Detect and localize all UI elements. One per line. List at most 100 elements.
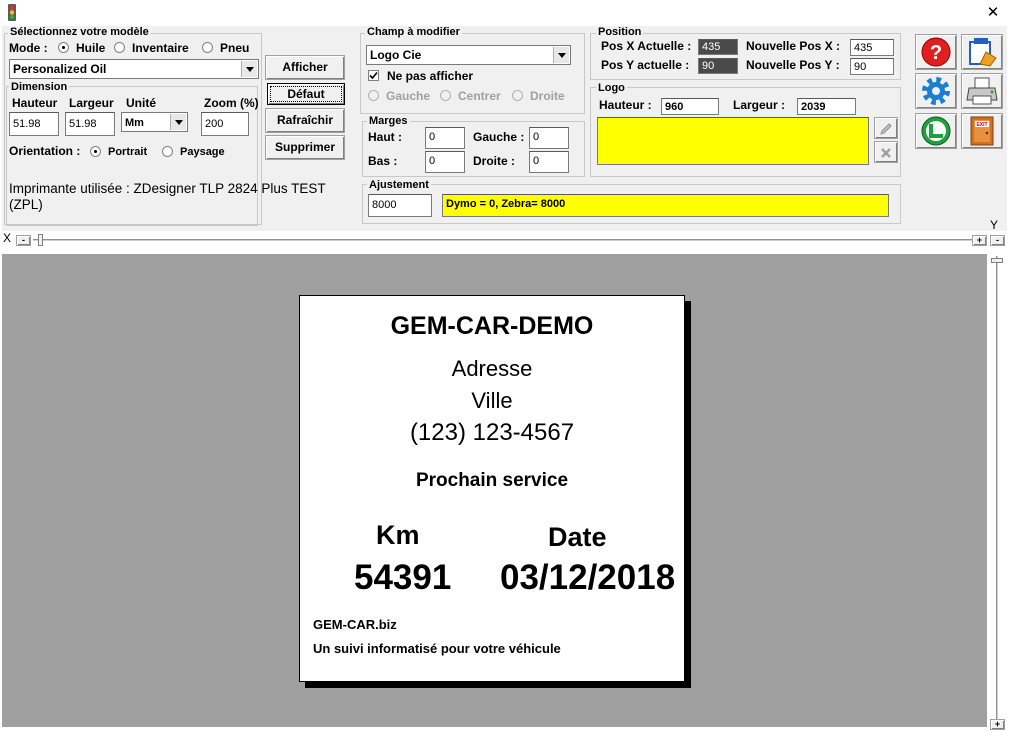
mode-label-pneu[interactable]: Pneu — [220, 41, 249, 55]
help-icon: ? — [921, 37, 951, 67]
label-km-heading: Km — [376, 520, 420, 550]
bas-field[interactable]: 0 — [425, 151, 465, 173]
droite-field[interactable]: 0 — [529, 151, 569, 173]
model-select[interactable]: Personalized Oil — [9, 59, 259, 79]
unite-select[interactable]: Mm — [121, 112, 188, 132]
mode-label-inventaire[interactable]: Inventaire — [132, 41, 189, 55]
y-slider-thumb[interactable] — [991, 258, 1003, 263]
orientation-radio-paysage[interactable] — [162, 146, 173, 157]
x-decrease-button[interactable]: - — [16, 235, 31, 246]
align-radio-droite[interactable] — [512, 90, 523, 101]
label-next-service: Prochain service — [415, 470, 569, 491]
largeur-label: Largeur — [69, 96, 114, 110]
y-increase-button[interactable]: + — [990, 719, 1005, 730]
dimension-group-label: Dimension — [9, 81, 70, 93]
orientation-label: Orientation : — [9, 144, 81, 158]
gauche-label: Gauche : — [473, 130, 525, 144]
label-km-value: 54391 — [354, 558, 452, 597]
y-decrease-button[interactable]: - — [990, 235, 1005, 246]
largeur-field[interactable]: 51.98 — [65, 112, 115, 136]
ajustement-field[interactable]: 8000 — [368, 194, 432, 217]
label-website: GEM-CAR.biz — [313, 617, 397, 632]
chevron-down-icon — [170, 114, 186, 130]
y-axis-label: Y — [990, 218, 999, 232]
logo-edit-button[interactable] — [874, 117, 898, 139]
ajustement-note: Dymo = 0, Zebra= 8000 — [442, 194, 889, 217]
hauteur-label: Hauteur — [12, 96, 58, 110]
x-slider-track[interactable] — [33, 239, 983, 241]
refresh-icon — [921, 116, 951, 146]
x-slider-thumb[interactable] — [38, 234, 43, 246]
droite-label: Droite : — [473, 154, 515, 168]
settings-button[interactable] — [915, 73, 957, 109]
orientation-radio-portrait[interactable] — [90, 146, 101, 157]
help-button[interactable]: ? — [915, 34, 957, 70]
marges-group-label: Marges — [367, 115, 410, 127]
logo-hauteur-field[interactable]: 960 — [661, 98, 719, 115]
haut-field[interactable]: 0 — [425, 127, 465, 149]
hauteur-field[interactable]: 51.98 — [9, 112, 59, 136]
haut-label: Haut : — [368, 130, 402, 144]
align-label-gauche[interactable]: Gauche — [386, 89, 430, 103]
hide-label[interactable]: Ne pas afficher — [387, 69, 473, 83]
svg-text:EXIT: EXIT — [976, 122, 987, 128]
logo-group-label: Logo — [596, 82, 627, 94]
settings-icon — [922, 77, 950, 105]
label-preview[interactable]: GEM-CAR-DEMO Adresse Ville (123) 123-456… — [299, 295, 685, 682]
title-bar: ✕ — [0, 0, 1009, 26]
x-increase-button[interactable]: + — [972, 235, 987, 246]
champ-select[interactable]: Logo Cie — [366, 45, 571, 65]
label-address: Adresse — [451, 356, 533, 381]
y-slider-track[interactable] — [996, 256, 998, 721]
edit-icon — [969, 38, 997, 67]
align-label-centrer[interactable]: Centrer — [458, 89, 501, 103]
close-button[interactable]: ✕ — [982, 3, 1004, 23]
chevron-down-icon — [241, 61, 257, 77]
align-radio-centrer[interactable] — [440, 90, 451, 101]
logo-hauteur-label: Hauteur : — [599, 98, 652, 112]
align-label-droite[interactable]: Droite — [530, 89, 565, 103]
mode-label-huile[interactable]: Huile — [76, 41, 105, 55]
posy-label: Pos Y actuelle : — [601, 58, 690, 72]
label-city: Ville — [471, 388, 513, 413]
mode-radio-inventaire[interactable] — [114, 42, 125, 53]
orientation-label-portrait[interactable]: Portrait — [108, 145, 147, 159]
unite-label: Unité — [126, 96, 156, 110]
champ-group-label: Champ à modifier — [365, 26, 462, 38]
x-axis-label: X — [3, 231, 12, 245]
printer-button[interactable] — [961, 73, 1003, 109]
printer-icon — [966, 77, 998, 105]
align-radio-gauche[interactable] — [368, 90, 379, 101]
zoom-label: Zoom (%) — [204, 96, 259, 110]
posx-value: 435 — [698, 39, 738, 55]
posy-value: 90 — [698, 58, 738, 74]
model-select-value: Personalized Oil — [13, 62, 107, 76]
model-group-label: Sélectionnez votre modèle — [8, 26, 151, 38]
mode-radio-pneu[interactable] — [202, 42, 213, 53]
edit-button[interactable] — [961, 34, 1003, 70]
supprimer-button[interactable]: Supprimer — [265, 135, 345, 160]
afficher-button[interactable]: Afficher — [265, 55, 345, 80]
newx-label: Nouvelle Pos X : — [746, 39, 841, 53]
posx-label: Pos X Actuelle : — [601, 39, 692, 53]
refresh-button[interactable] — [915, 113, 957, 149]
logo-largeur-field[interactable]: 2039 — [797, 98, 856, 115]
mode-radio-huile[interactable] — [58, 42, 69, 53]
unite-select-value: Mm — [125, 117, 144, 129]
newy-label: Nouvelle Pos Y : — [746, 58, 840, 72]
orientation-label-paysage[interactable]: Paysage — [180, 145, 225, 159]
defaut-button[interactable]: Défaut — [267, 83, 345, 105]
newy-field[interactable]: 90 — [850, 58, 894, 75]
zoom-field[interactable]: 200 — [201, 112, 249, 136]
svg-text:?: ? — [930, 42, 942, 64]
rafraichir-button[interactable]: Rafraîchir — [265, 108, 345, 133]
label-company: GEM-CAR-DEMO — [390, 312, 594, 340]
hide-checkbox[interactable] — [368, 70, 379, 81]
newx-field[interactable]: 435 — [850, 39, 894, 56]
label-date-value: 03/12/2018 — [500, 558, 676, 597]
logo-delete-button[interactable] — [874, 141, 898, 163]
gauche-field[interactable]: 0 — [529, 127, 569, 149]
ajustement-group-label: Ajustement — [367, 179, 431, 191]
exit-button[interactable]: EXIT — [961, 113, 1003, 149]
logo-largeur-label: Largeur : — [733, 98, 786, 112]
